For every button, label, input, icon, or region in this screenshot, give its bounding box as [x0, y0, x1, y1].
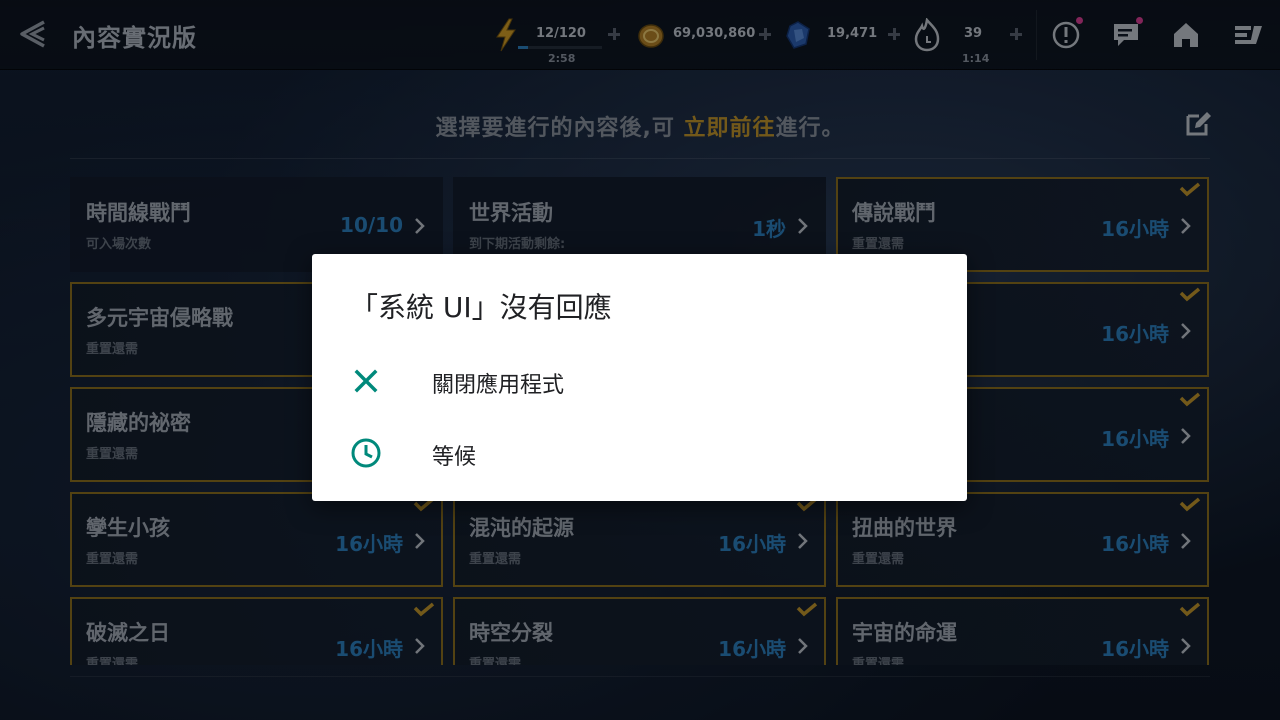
close-app-label: 關閉應用程式: [432, 373, 565, 398]
clock-icon: [350, 437, 382, 469]
wait-option[interactable]: 等候: [312, 421, 967, 487]
dialog-title: 「系統 UI」沒有回應: [350, 291, 612, 324]
wait-label: 等候: [432, 445, 477, 470]
anr-dialog: 「系統 UI」沒有回應 關閉應用程式 等候: [312, 254, 967, 501]
close-app-option[interactable]: 關閉應用程式: [312, 349, 967, 415]
close-icon: [350, 365, 382, 397]
